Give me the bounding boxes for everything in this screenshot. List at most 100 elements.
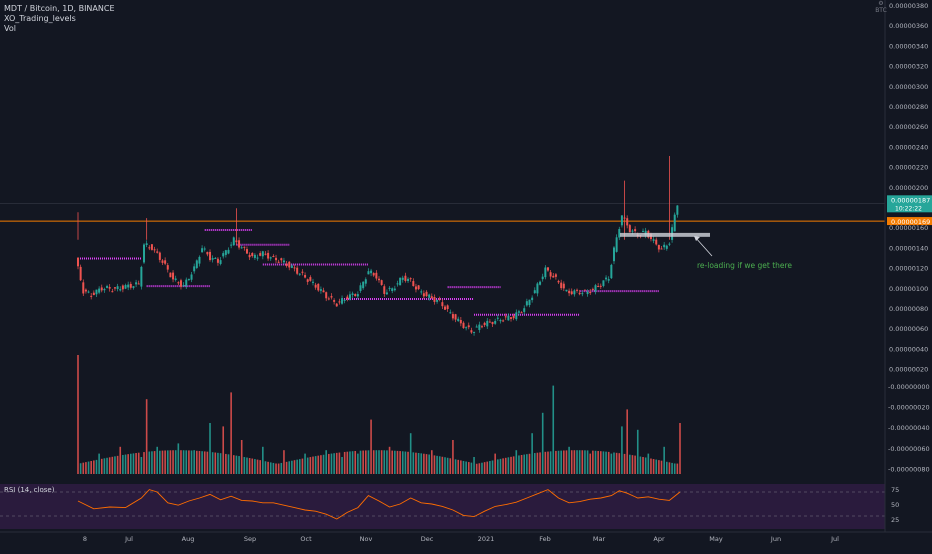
candle-body [140,266,143,287]
candle-body [129,283,132,288]
candle-body [496,317,499,319]
chart-canvas[interactable]: 0.00000380 0.00000360 0.00000340 0.00000320… [0,0,932,550]
candle-body [209,251,212,260]
volume-bar [301,458,304,474]
candle-body [457,318,460,322]
candle-body [602,280,605,286]
candle-body [356,294,359,297]
volume-bar [251,458,254,474]
candle-body [187,278,190,280]
volume-bar [626,409,628,474]
volume-bar [573,450,576,474]
time-tick-label: Jun [770,535,781,543]
candle-body [407,278,410,282]
candle-body [517,311,520,313]
candle-body [409,278,412,280]
candle-body [372,273,375,276]
chart[interactable]: 0.00000380 0.00000360 0.00000340 0.00000320… [0,0,932,550]
volume-bar [240,440,243,474]
candle-body [510,317,513,319]
volume-bar [401,451,404,474]
rsi-tick-label: 25 [891,516,899,524]
volume-bar [634,455,636,474]
volume-bar [106,457,108,474]
candle-body [282,260,285,263]
candle-body [438,298,441,300]
volume-bar [565,450,568,474]
candle-body [605,277,608,280]
candle-body [385,292,388,295]
volume-bar [198,450,201,474]
price-tick-label: 0.00000060 [889,325,928,333]
volume-bar [119,446,122,474]
volume-bar [578,450,581,474]
candle-body [354,294,357,297]
volume-bar [230,392,232,474]
volume-tick-label: -0.00000060 [888,445,930,453]
volume-bar [161,450,164,474]
candle-body [179,280,182,287]
candle-body [317,283,320,291]
indicator-label[interactable]: XO_Trading_levels [4,14,115,24]
candle-body [665,245,668,249]
price-tick-label: 0.00000360 [889,22,928,30]
symbol-title[interactable]: MDT / Bitcoin, 1D, BINANCE [4,4,115,14]
volume-bar [341,457,343,474]
price-tick-label: 0.00000380 [889,2,928,10]
candle-body [219,260,222,264]
settings-icon[interactable]: ⚙ [874,0,888,7]
candle-body [174,278,177,280]
candle-body [106,286,109,288]
candle-body [351,293,354,295]
time-tick-label: Mar [593,535,606,543]
volume-bar [367,450,370,474]
candle-body [235,240,238,243]
candle-body [269,257,272,259]
volume-bar [552,385,555,474]
volume-bar [77,355,79,474]
candle-body [462,322,465,329]
candle-body [261,251,264,257]
candle-body [523,308,526,312]
volume-bar [312,456,314,474]
candle-body [599,285,602,287]
volume-bar [322,454,325,474]
candle-body [103,289,106,291]
volume-bar [254,459,256,474]
candle-body [182,285,185,287]
candle-body [264,253,267,255]
candle-body [230,244,233,246]
candle-body [190,274,193,280]
candle-body [428,294,431,298]
candle-body [404,275,407,281]
candle-body [309,277,312,281]
volume-bar [246,457,248,474]
volume-bar [217,452,219,474]
volume-bar [277,463,280,474]
volume-bar [446,457,449,474]
volume-bar [386,450,388,474]
time-tick-label: Nov [360,535,373,543]
candle-body [449,312,452,314]
scale-settings[interactable]: ⚙ BTC [874,0,888,14]
price-tick-label: 0.00000240 [889,143,928,151]
volume-bar [159,450,161,474]
candle-body [454,314,457,320]
candle-body [388,287,391,289]
volume-bar [267,461,269,474]
volume-bar [650,458,652,474]
volume-label[interactable]: Vol [4,24,115,34]
candle-body [172,272,175,280]
volume-bar [560,450,562,474]
volume-bar [130,453,132,474]
volume-bar [137,452,140,474]
price-tick-label: 0.00000340 [889,42,928,50]
candle-body [586,291,589,295]
candle-body [467,325,470,328]
candle-body [539,281,542,285]
candle-body [267,252,270,259]
volume-bar [343,451,346,474]
volume-bar [610,453,613,474]
volume-bar [306,457,309,474]
price-tick-label: 0.00000100 [889,285,928,293]
